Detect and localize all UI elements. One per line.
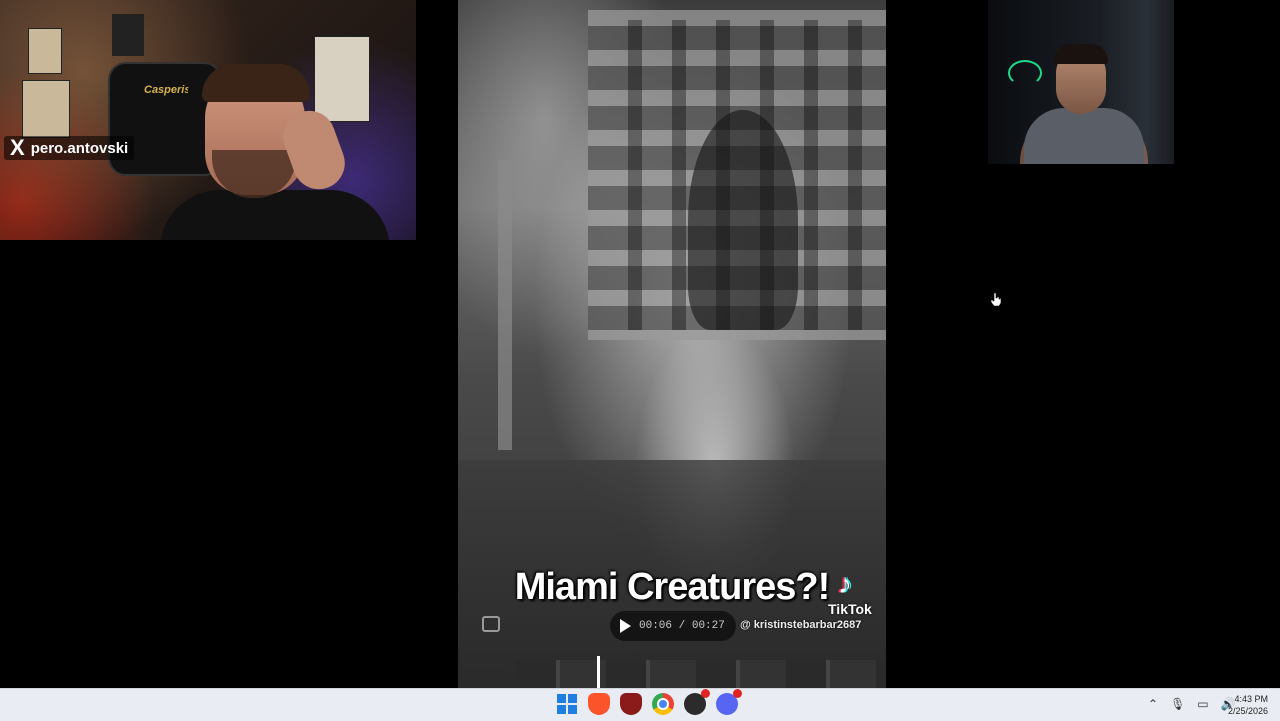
video-author[interactable]: @ kristinstebarbar2687 <box>740 619 861 631</box>
social-handle-text: pero.antovski <box>30 139 129 157</box>
clock-date: 2/25/2026 <box>1227 706 1268 716</box>
wall-poster <box>28 28 62 74</box>
discord-icon[interactable] <box>716 689 742 715</box>
display-icon[interactable]: ▭ <box>1197 697 1208 711</box>
total-time: 00:27 <box>691 620 725 632</box>
guest-webcam <box>988 0 1174 164</box>
video-scrubber[interactable] <box>597 656 601 688</box>
obs-icon[interactable] <box>684 689 710 715</box>
x-logo-icon: X <box>10 135 25 160</box>
clock-time: 4:43 PM <box>1234 694 1268 704</box>
green-led-light <box>1008 60 1042 86</box>
tiktok-logo-icon: ♪ <box>838 568 852 599</box>
wall-poster <box>112 14 144 56</box>
playback-controls: 00:06 / 00:27 <box>610 611 736 641</box>
guest-tank-top <box>1024 108 1144 164</box>
streamer-webcam: Casperis X pero.antovski <box>0 0 416 240</box>
streamer-figure <box>160 40 390 240</box>
windows-taskbar: ⌃ 🎙 ▭ 🔊 4:43 PM 2/25/2026 <box>0 688 1280 721</box>
windows-start-icon[interactable] <box>556 693 578 715</box>
current-time: 00:06 <box>639 620 673 632</box>
wall-poster <box>22 80 70 138</box>
playback-time: 00:06 / 00:27 <box>639 620 725 632</box>
taskbar-apps <box>556 689 742 715</box>
video-pole <box>498 160 512 450</box>
screenshot-icon[interactable] <box>482 616 500 632</box>
time-separator: / <box>678 620 686 632</box>
streamer-hair <box>202 64 310 102</box>
notification-badge <box>733 689 742 698</box>
video-palm-tree <box>688 110 798 330</box>
chrome-icon[interactable] <box>652 693 674 715</box>
brave-shield-icon[interactable] <box>620 693 642 715</box>
taskbar-clock[interactable]: 4:43 PM 2/25/2026 <box>1228 693 1268 717</box>
brave-browser-icon[interactable] <box>588 693 610 715</box>
system-tray: ⌃ 🎙 ▭ 🔊 <box>1148 697 1236 711</box>
notification-badge <box>701 689 710 698</box>
play-icon[interactable] <box>620 619 631 633</box>
chevron-up-icon[interactable]: ⌃ <box>1148 697 1158 711</box>
video-caption: Miami Creatures?! <box>514 566 831 608</box>
social-handle-overlay: X pero.antovski <box>4 135 135 160</box>
streamer-shirt <box>160 190 390 240</box>
guest-hair <box>1054 44 1108 64</box>
hand-cursor-icon <box>991 293 1001 306</box>
microphone-icon[interactable]: 🎙 <box>1170 697 1185 711</box>
video-filmstrip[interactable] <box>516 660 886 688</box>
tiktok-watermark: TikTok <box>828 601 872 617</box>
tiktok-video-player[interactable]: Miami Creatures?! ♪ TikTok 00:06 / 00:27… <box>458 0 886 688</box>
